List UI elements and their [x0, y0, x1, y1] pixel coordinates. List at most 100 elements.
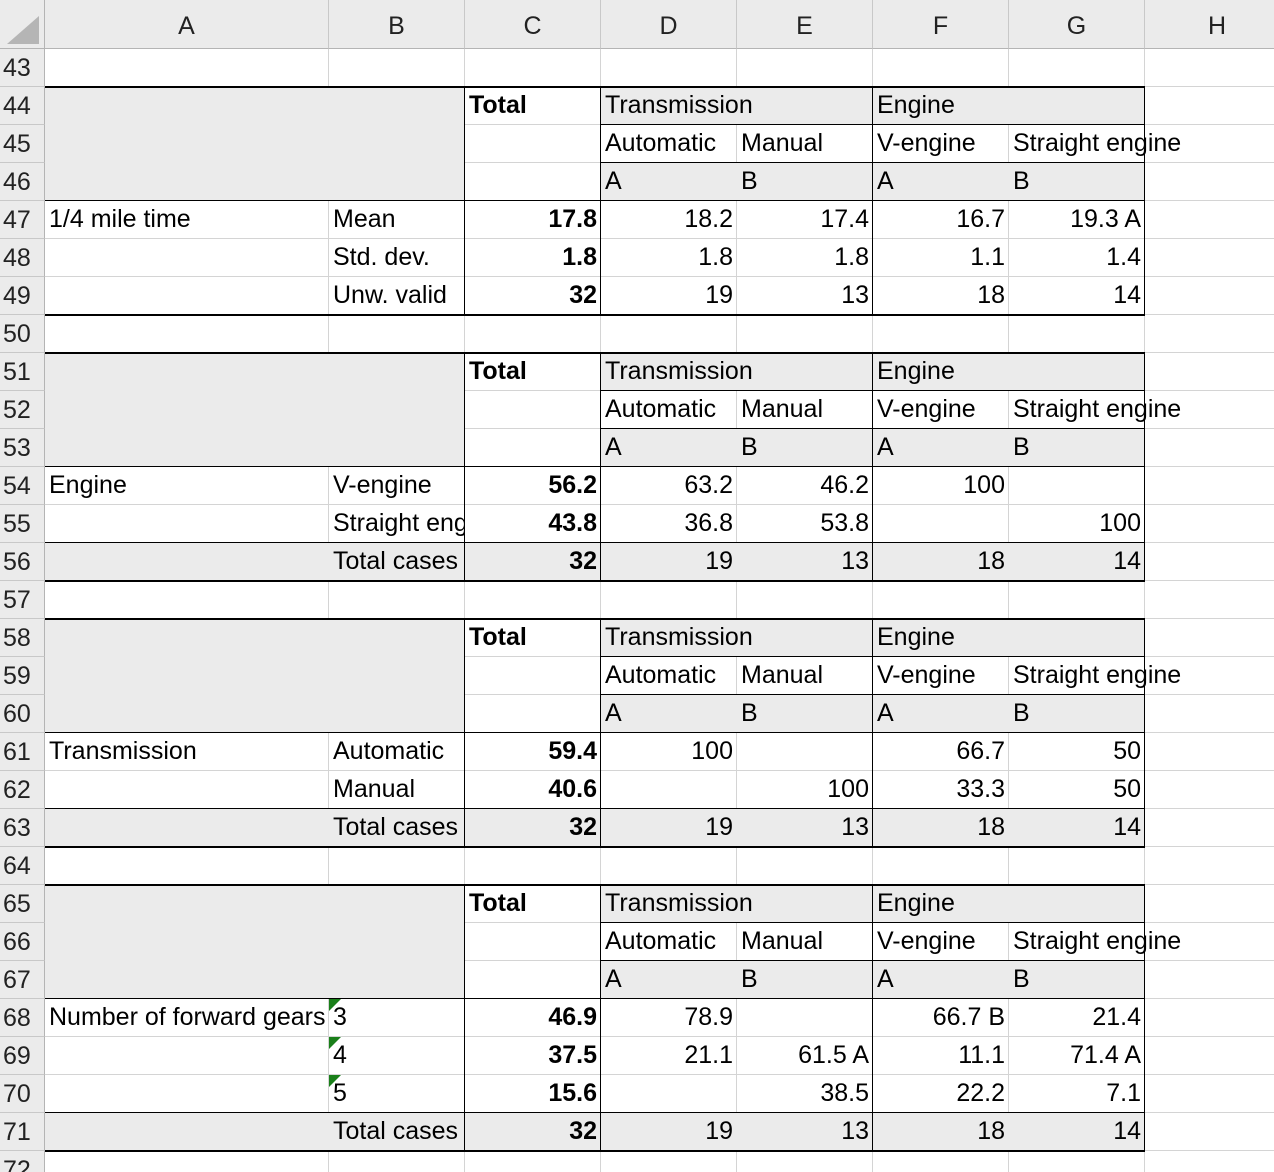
v-engine-value[interactable]: 18: [873, 543, 1009, 581]
row-label[interactable]: Number of forward gears: [45, 999, 329, 1037]
v-engine-value[interactable]: 22.2: [873, 1075, 1009, 1113]
header-engine[interactable]: Engine: [873, 885, 1145, 923]
total-value[interactable]: 32: [465, 1113, 601, 1151]
row-header[interactable]: 61: [0, 733, 45, 771]
header-letter-a[interactable]: A: [873, 163, 1009, 201]
header-total[interactable]: Total: [465, 353, 601, 467]
total-value[interactable]: 17.8: [465, 201, 601, 239]
row-header[interactable]: 66: [0, 923, 45, 961]
row-label[interactable]: Engine: [45, 467, 329, 505]
row-sublabel[interactable]: Std. dev.: [329, 239, 465, 277]
automatic-value[interactable]: 18.2: [601, 201, 737, 239]
header-letter-a[interactable]: A: [601, 695, 737, 733]
row-sublabel[interactable]: Mean: [329, 201, 465, 239]
row-header[interactable]: 55: [0, 505, 45, 543]
manual-value[interactable]: 13: [737, 543, 873, 581]
header-letter-a[interactable]: A: [873, 695, 1009, 733]
header-transmission[interactable]: Transmission: [601, 885, 873, 923]
straight-engine-value[interactable]: 7.1: [1009, 1075, 1145, 1113]
table-header-blank[interactable]: [45, 87, 465, 201]
header-transmission[interactable]: Transmission: [601, 619, 873, 657]
header-v-engine[interactable]: V-engine: [873, 657, 1009, 695]
straight-engine-value[interactable]: 14: [1009, 809, 1145, 847]
row-header[interactable]: 60: [0, 695, 45, 733]
header-letter-b[interactable]: B: [1009, 695, 1145, 733]
automatic-value[interactable]: 21.1: [601, 1037, 737, 1075]
header-automatic[interactable]: Automatic: [601, 125, 737, 163]
row-header[interactable]: 64: [0, 847, 45, 885]
manual-value[interactable]: 17.4: [737, 201, 873, 239]
column-header-h[interactable]: H: [1145, 0, 1274, 49]
header-automatic[interactable]: Automatic: [601, 923, 737, 961]
row-header[interactable]: 52: [0, 391, 45, 429]
table-header-blank[interactable]: [45, 353, 465, 467]
row-sublabel[interactable]: V-engine: [329, 467, 465, 505]
row-header[interactable]: 71: [0, 1113, 45, 1151]
header-letter-b[interactable]: B: [737, 961, 873, 999]
header-engine[interactable]: Engine: [873, 353, 1145, 391]
header-engine[interactable]: Engine: [873, 619, 1145, 657]
header-letter-a[interactable]: A: [873, 429, 1009, 467]
header-letter-b[interactable]: B: [1009, 961, 1145, 999]
row-sublabel[interactable]: Total cases: [329, 1113, 465, 1151]
total-value[interactable]: 40.6: [465, 771, 601, 809]
column-header-g[interactable]: G: [1009, 0, 1145, 49]
straight-engine-value[interactable]: 19.3 A: [1009, 201, 1145, 239]
total-value[interactable]: 32: [465, 277, 601, 315]
v-engine-value[interactable]: [873, 505, 1009, 543]
manual-value[interactable]: [737, 733, 873, 771]
header-letter-b[interactable]: B: [737, 163, 873, 201]
row-label[interactable]: [45, 277, 329, 315]
automatic-value[interactable]: 78.9: [601, 999, 737, 1037]
row-sublabel[interactable]: Automatic: [329, 733, 465, 771]
manual-value[interactable]: 61.5 A: [737, 1037, 873, 1075]
automatic-value[interactable]: 19: [601, 1113, 737, 1151]
automatic-value[interactable]: [601, 771, 737, 809]
straight-engine-value[interactable]: 1.4: [1009, 239, 1145, 277]
row-sublabel[interactable]: 5: [329, 1075, 465, 1113]
row-header[interactable]: 56: [0, 543, 45, 581]
row-label[interactable]: [45, 1075, 329, 1113]
manual-value[interactable]: 53.8: [737, 505, 873, 543]
manual-value[interactable]: 1.8: [737, 239, 873, 277]
row-header[interactable]: 51: [0, 353, 45, 391]
header-engine[interactable]: Engine: [873, 87, 1145, 125]
header-manual[interactable]: Manual: [737, 125, 873, 163]
row-header[interactable]: 63: [0, 809, 45, 847]
total-value[interactable]: 43.8: [465, 505, 601, 543]
v-engine-value[interactable]: 11.1: [873, 1037, 1009, 1075]
header-letter-a[interactable]: A: [601, 163, 737, 201]
header-letter-b[interactable]: B: [1009, 429, 1145, 467]
row-header[interactable]: 62: [0, 771, 45, 809]
row-header[interactable]: 67: [0, 961, 45, 999]
column-header-c[interactable]: C: [465, 0, 601, 49]
automatic-value[interactable]: 1.8: [601, 239, 737, 277]
v-engine-value[interactable]: 66.7: [873, 733, 1009, 771]
header-total[interactable]: Total: [465, 87, 601, 201]
select-all-corner[interactable]: [0, 0, 45, 49]
row-label[interactable]: [45, 771, 329, 809]
total-value[interactable]: 32: [465, 809, 601, 847]
straight-engine-value[interactable]: 14: [1009, 543, 1145, 581]
manual-value[interactable]: 13: [737, 1113, 873, 1151]
header-letter-b[interactable]: B: [737, 429, 873, 467]
header-manual[interactable]: Manual: [737, 391, 873, 429]
manual-value[interactable]: 46.2: [737, 467, 873, 505]
column-header-d[interactable]: D: [601, 0, 737, 49]
row-sublabel[interactable]: 3: [329, 999, 465, 1037]
v-engine-value[interactable]: 1.1: [873, 239, 1009, 277]
row-header[interactable]: 47: [0, 201, 45, 239]
v-engine-value[interactable]: 66.7 B: [873, 999, 1009, 1037]
v-engine-value[interactable]: 18: [873, 809, 1009, 847]
straight-engine-value[interactable]: 71.4 A: [1009, 1037, 1145, 1075]
v-engine-value[interactable]: 33.3: [873, 771, 1009, 809]
straight-engine-value[interactable]: 14: [1009, 1113, 1145, 1151]
total-value[interactable]: 32: [465, 543, 601, 581]
spreadsheet-grid[interactable]: A B C D E F G H 43 44 45 46 47 48 49 50 51 52 53 54 55 56 57 58…: [0, 0, 1274, 1172]
straight-engine-value[interactable]: 100: [1009, 505, 1145, 543]
row-header[interactable]: 43: [0, 49, 45, 87]
header-transmission[interactable]: Transmission: [601, 353, 873, 391]
header-total[interactable]: Total: [465, 619, 601, 733]
straight-engine-value[interactable]: [1009, 467, 1145, 505]
header-total[interactable]: Total: [465, 885, 601, 999]
